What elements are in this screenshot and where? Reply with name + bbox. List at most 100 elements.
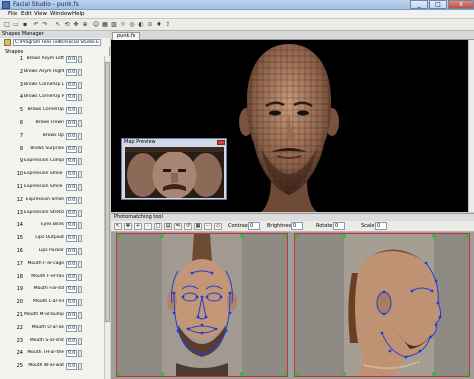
shape-value-input[interactable]: 0.0: [66, 120, 77, 127]
menu-window[interactable]: Window: [50, 11, 72, 17]
shape-value-spinner[interactable]: [78, 171, 82, 179]
shape-value-spinner[interactable]: [78, 145, 82, 153]
shape-value-spinner[interactable]: [78, 132, 82, 140]
shape-value-input[interactable]: 0.0: [66, 273, 77, 281]
shape-value-input[interactable]: 0.0: [66, 94, 77, 102]
pan-icon[interactable]: ✥: [124, 223, 132, 230]
shape-value-input[interactable]: 0.0: [66, 132, 77, 140]
shape-value-input[interactable]: 0.0: [66, 337, 77, 345]
shape-value-input[interactable]: 0.0: [66, 235, 77, 243]
shape-value-spinner[interactable]: [78, 260, 82, 268]
shape-value-spinner[interactable]: [78, 273, 82, 281]
zoom-tool-icon[interactable]: ⊕: [81, 21, 89, 29]
scrollbar-thumb[interactable]: [105, 62, 110, 322]
shape-value-input[interactable]: 0.0: [66, 56, 77, 63]
contrast-input[interactable]: 0: [248, 222, 260, 230]
shape-value-spinner[interactable]: [78, 299, 82, 307]
shape-value-spinner[interactable]: [78, 209, 82, 217]
shape-value-spinner[interactable]: [78, 94, 82, 102]
maximize-button[interactable]: □: [429, 0, 447, 9]
shape-value-input[interactable]: 0.0: [66, 107, 77, 115]
shape-value-input[interactable]: 0.0: [66, 363, 77, 371]
rotate-tool-icon[interactable]: ⟲: [63, 21, 71, 29]
menu-view[interactable]: View: [34, 11, 47, 17]
head-icon[interactable]: ☺: [92, 21, 100, 29]
menu-edit[interactable]: Edit: [21, 11, 32, 17]
fit-icon[interactable]: □: [154, 223, 162, 230]
shape-value-input[interactable]: 0.0: [66, 324, 77, 332]
shape-value-spinner[interactable]: [78, 107, 82, 115]
redo-icon[interactable]: ↷: [41, 21, 49, 29]
new-file-icon[interactable]: □: [3, 21, 11, 29]
shape-value-spinner[interactable]: [78, 350, 82, 358]
menu-file[interactable]: File: [8, 11, 17, 17]
shape-value-input[interactable]: 0.0: [66, 68, 77, 76]
shape-value-input[interactable]: 0.0: [66, 299, 77, 307]
brightness-input[interactable]: 0: [291, 222, 303, 230]
shape-value-input[interactable]: 0.0: [66, 222, 77, 230]
shape-value-spinner[interactable]: [78, 312, 82, 319]
shape-value-spinner[interactable]: [78, 56, 82, 63]
shape-value-spinner[interactable]: [78, 120, 82, 127]
open-folder-icon[interactable]: ▭: [12, 21, 20, 29]
save-icon[interactable]: ▪: [21, 21, 29, 29]
export-icon[interactable]: ⇪: [164, 21, 172, 29]
tab-punk[interactable]: punk.fs: [112, 32, 141, 40]
camera-icon[interactable]: ◎: [128, 21, 136, 29]
shape-value-spinner[interactable]: [78, 337, 82, 345]
shape-value-spinner[interactable]: [78, 68, 82, 76]
mirror-icon[interactable]: ⇋: [174, 223, 182, 230]
shapes-scrollbar[interactable]: [104, 56, 110, 379]
shape-value-input[interactable]: 0.0: [66, 209, 77, 217]
undo-icon[interactable]: ↶: [32, 21, 40, 29]
side-photo-landmarks[interactable]: [294, 233, 470, 377]
map-preview-close-button[interactable]: [217, 140, 225, 145]
shape-value-spinner[interactable]: [78, 286, 82, 294]
shape-value-spinner[interactable]: [78, 184, 82, 191]
front-photo-landmarks[interactable]: [116, 233, 288, 377]
map-preview-window[interactable]: Map Preview: [121, 138, 227, 200]
light-icon[interactable]: ☼: [119, 21, 127, 29]
close-button[interactable]: X: [448, 0, 474, 9]
shape-value-spinner[interactable]: [78, 248, 82, 255]
landmarks-icon[interactable]: ◇: [214, 223, 222, 230]
shape-value-input[interactable]: 0.0: [66, 248, 77, 255]
points-icon[interactable]: ⋯: [204, 223, 212, 230]
zoom-in-icon[interactable]: +: [134, 223, 142, 230]
pin-icon[interactable]: ⊙: [146, 21, 154, 29]
shape-value-spinner[interactable]: [78, 324, 82, 332]
move-tool-icon[interactable]: ✥: [72, 21, 80, 29]
shape-value-spinner[interactable]: [78, 158, 82, 166]
shape-value-input[interactable]: 0.0: [66, 312, 77, 319]
rotate-input[interactable]: 0: [333, 222, 345, 230]
side-photo[interactable]: [294, 233, 470, 377]
select-tool-icon[interactable]: ↖: [54, 21, 62, 29]
shape-value-input[interactable]: 0.0: [66, 196, 77, 204]
front-photo[interactable]: [116, 233, 288, 377]
shape-value-input[interactable]: 0.0: [66, 81, 77, 89]
folder-icon[interactable]: [4, 39, 11, 46]
shape-value-input[interactable]: 0.0: [66, 171, 77, 179]
scale-input[interactable]: 0: [375, 222, 387, 230]
shape-value-input[interactable]: 0.0: [66, 158, 77, 166]
minimize-button[interactable]: _: [410, 0, 428, 9]
landmark-icon[interactable]: ♦: [155, 21, 163, 29]
menu-help[interactable]: Help: [72, 11, 85, 17]
shape-value-input[interactable]: 0.0: [66, 350, 77, 358]
morph-icon[interactable]: ◐: [137, 21, 145, 29]
shape-value-input[interactable]: 0.0: [66, 260, 77, 268]
zoom-out-icon[interactable]: -: [144, 223, 152, 230]
library-path-field[interactable]: C:\Program Files (x86)\Facial Studio E: [13, 39, 101, 46]
shape-value-input[interactable]: 0.0: [66, 184, 77, 191]
shape-value-input[interactable]: 0.0: [66, 286, 77, 294]
shape-value-spinner[interactable]: [78, 196, 82, 204]
shape-value-spinner[interactable]: [78, 81, 82, 89]
grid-icon[interactable]: ▦: [194, 223, 202, 230]
shape-value-spinner[interactable]: [78, 235, 82, 243]
wireframe-icon[interactable]: ▦: [101, 21, 109, 29]
texture-icon[interactable]: ▧: [110, 21, 118, 29]
shape-value-input[interactable]: 0.0: [66, 145, 77, 153]
viewport-scrollbar[interactable]: [468, 40, 474, 212]
shape-value-spinner[interactable]: [78, 222, 82, 230]
select-points-icon[interactable]: ↖: [114, 223, 122, 230]
